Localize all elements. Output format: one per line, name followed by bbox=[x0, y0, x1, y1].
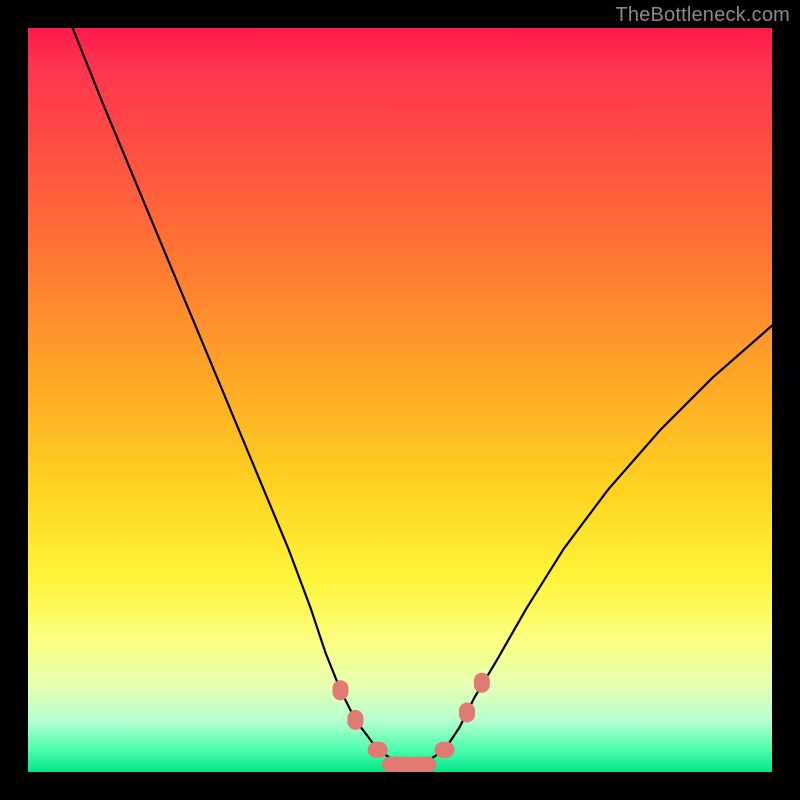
highlight-marker bbox=[474, 673, 490, 693]
highlight-marker bbox=[368, 742, 388, 758]
bottleneck-curve-svg bbox=[28, 28, 772, 772]
highlight-marker bbox=[408, 757, 436, 772]
plot-area bbox=[28, 28, 772, 772]
chart-frame: TheBottleneck.com bbox=[0, 0, 800, 800]
highlight-marker bbox=[459, 703, 475, 723]
highlight-marker bbox=[347, 710, 363, 730]
watermark-text: TheBottleneck.com bbox=[615, 4, 790, 27]
highlight-marker bbox=[333, 680, 349, 700]
highlight-marker bbox=[435, 742, 455, 758]
bottleneck-curve-path bbox=[73, 28, 772, 765]
